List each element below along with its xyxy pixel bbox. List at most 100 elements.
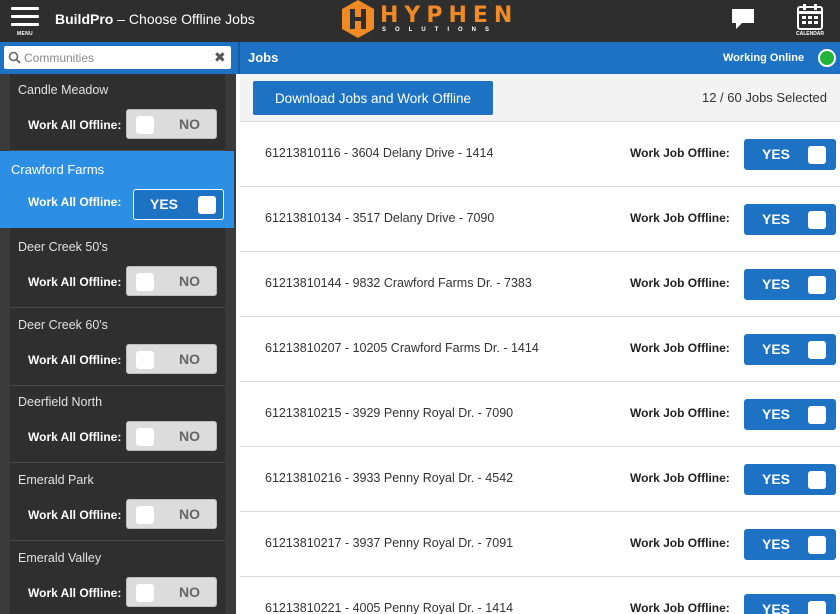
toggle-knob: [136, 506, 154, 524]
work-all-offline-label: Work All Offline:: [28, 275, 122, 289]
toggle-text: NO: [179, 584, 200, 600]
download-jobs-button[interactable]: Download Jobs and Work Offline: [253, 81, 493, 115]
toggle-text: YES: [762, 536, 791, 552]
toggle-text: YES: [762, 341, 791, 357]
title-separator: –: [113, 11, 129, 27]
hyphen-logo-icon: [342, 0, 374, 38]
community-name: Deer Creek 60's: [18, 318, 108, 332]
work-all-offline-toggle[interactable]: NO: [126, 344, 217, 374]
toggle-text: YES: [150, 196, 179, 212]
work-all-offline-toggle[interactable]: NO: [126, 577, 217, 607]
search-icon: [8, 51, 21, 64]
chat-icon: [732, 9, 754, 29]
search-input[interactable]: [24, 48, 204, 67]
work-job-offline-toggle[interactable]: YES: [744, 594, 836, 614]
work-all-offline-label: Work All Offline:: [28, 195, 122, 209]
jobs-selected-count: 12 / 60 Jobs Selected: [701, 90, 827, 105]
job-row: 61213810134 - 3517 Delany Drive - 7090 W…: [240, 187, 840, 252]
job-name: 61213810116 - 3604 Delany Drive - 1414: [265, 146, 494, 160]
work-job-offline-toggle[interactable]: YES: [744, 204, 836, 235]
page-title-text: Choose Offline Jobs: [128, 11, 255, 27]
community-item-selected[interactable]: Crawford Farms Work All Offline: YES: [0, 151, 234, 228]
page-title: BuildPro – Choose Offline Jobs: [55, 11, 255, 27]
work-job-offline-label: Work Job Offline:: [630, 146, 730, 160]
toggle-knob: [136, 273, 154, 291]
calendar-icon: [797, 4, 823, 30]
hyphen-logo: HYPHEN SOLUTIONS: [342, 0, 512, 40]
top-bar: MENU BuildPro – Choose Offline Jobs HYPH…: [0, 0, 840, 42]
menu-label: MENU: [17, 31, 33, 37]
toggle-text: YES: [762, 471, 791, 487]
community-item[interactable]: Emerald Park Work All Offline: NO: [10, 464, 225, 541]
job-name: 61213810221 - 4005 Penny Royal Dr. - 141…: [265, 601, 514, 614]
job-row: 61213810217 - 3937 Penny Royal Dr. - 709…: [240, 512, 840, 577]
toggle-text: YES: [762, 211, 791, 227]
header-divider: [238, 42, 240, 74]
menu-icon-bar: [11, 23, 39, 26]
work-all-offline-toggle[interactable]: YES: [133, 189, 224, 220]
work-job-offline-toggle[interactable]: YES: [744, 399, 836, 430]
toggle-text: NO: [179, 351, 200, 367]
job-row: 61213810116 - 3604 Delany Drive - 1414 W…: [240, 122, 840, 187]
logo-subtitle: SOLUTIONS: [382, 27, 499, 33]
job-row: 61213810216 - 3933 Penny Royal Dr. - 454…: [240, 447, 840, 512]
work-job-offline-toggle[interactable]: YES: [744, 334, 836, 365]
menu-icon-bar: [11, 15, 39, 18]
work-job-offline-label: Work Job Offline:: [630, 601, 730, 614]
jobs-panel: Download Jobs and Work Offline 12 / 60 J…: [240, 74, 840, 614]
job-name: 61213810215 - 3929 Penny Royal Dr. - 709…: [265, 406, 514, 420]
work-job-offline-label: Work Job Offline:: [630, 406, 730, 420]
sub-header: ✖ Jobs Working Online: [0, 42, 840, 74]
work-all-offline-toggle[interactable]: NO: [126, 266, 217, 296]
online-status-icon: [818, 49, 836, 67]
jobs-title: Jobs: [248, 50, 279, 65]
work-all-offline-label: Work All Offline:: [28, 118, 122, 132]
toggle-knob: [136, 428, 154, 446]
toggle-text: NO: [179, 428, 200, 444]
job-name: 61213810134 - 3517 Delany Drive - 7090: [265, 211, 495, 225]
toggle-knob: [808, 601, 826, 614]
job-name: 61213810144 - 9832 Crawford Farms Dr. - …: [265, 276, 532, 290]
community-name: Deerfield North: [18, 395, 103, 409]
work-all-offline-toggle[interactable]: NO: [126, 421, 217, 451]
toggle-knob: [808, 406, 826, 424]
connection-status: Working Online: [723, 52, 805, 64]
toggle-knob: [136, 351, 154, 369]
community-item[interactable]: Deer Creek 50's Work All Offline: NO: [10, 231, 225, 308]
toggle-knob: [136, 116, 154, 134]
toggle-knob: [136, 584, 154, 602]
job-name: 61213810207 - 10205 Crawford Farms Dr. -…: [265, 341, 539, 355]
work-job-offline-toggle[interactable]: YES: [744, 269, 836, 300]
app-name: BuildPro: [55, 11, 114, 27]
work-all-offline-label: Work All Offline:: [28, 430, 122, 444]
work-all-offline-toggle[interactable]: NO: [126, 109, 217, 139]
toggle-knob: [808, 536, 826, 554]
job-row: 61213810215 - 3929 Penny Royal Dr. - 709…: [240, 382, 840, 447]
work-job-offline-label: Work Job Offline:: [630, 276, 730, 290]
community-search: ✖: [4, 46, 231, 69]
work-job-offline-toggle[interactable]: YES: [744, 529, 836, 560]
clear-search-icon[interactable]: ✖: [214, 49, 226, 66]
jobs-toolbar: Download Jobs and Work Offline 12 / 60 J…: [240, 74, 840, 122]
job-name: 61213810217 - 3937 Penny Royal Dr. - 709…: [265, 536, 514, 550]
menu-icon: [11, 7, 39, 10]
community-item[interactable]: Deerfield North Work All Offline: NO: [10, 386, 225, 463]
work-job-offline-toggle[interactable]: YES: [744, 464, 836, 495]
menu-button[interactable]: MENU: [10, 5, 42, 37]
community-item[interactable]: Candle Meadow Work All Offline: NO: [10, 74, 225, 151]
chat-button[interactable]: [730, 6, 756, 32]
job-row: 61213810207 - 10205 Crawford Farms Dr. -…: [240, 317, 840, 382]
toggle-knob: [808, 341, 826, 359]
community-name: Candle Meadow: [18, 83, 109, 97]
job-row: 61213810144 - 9832 Crawford Farms Dr. - …: [240, 252, 840, 317]
calendar-button[interactable]: CALENDAR: [794, 3, 826, 39]
work-job-offline-label: Work Job Offline:: [630, 211, 730, 225]
work-job-offline-label: Work Job Offline:: [630, 536, 730, 550]
toggle-text: YES: [762, 601, 791, 614]
toggle-text: YES: [762, 276, 791, 292]
community-item[interactable]: Emerald Valley Work All Offline: NO: [10, 542, 225, 614]
work-job-offline-toggle[interactable]: YES: [744, 139, 836, 170]
work-all-offline-label: Work All Offline:: [28, 353, 122, 367]
community-item[interactable]: Deer Creek 60's Work All Offline: NO: [10, 309, 225, 386]
work-all-offline-toggle[interactable]: NO: [126, 499, 217, 529]
